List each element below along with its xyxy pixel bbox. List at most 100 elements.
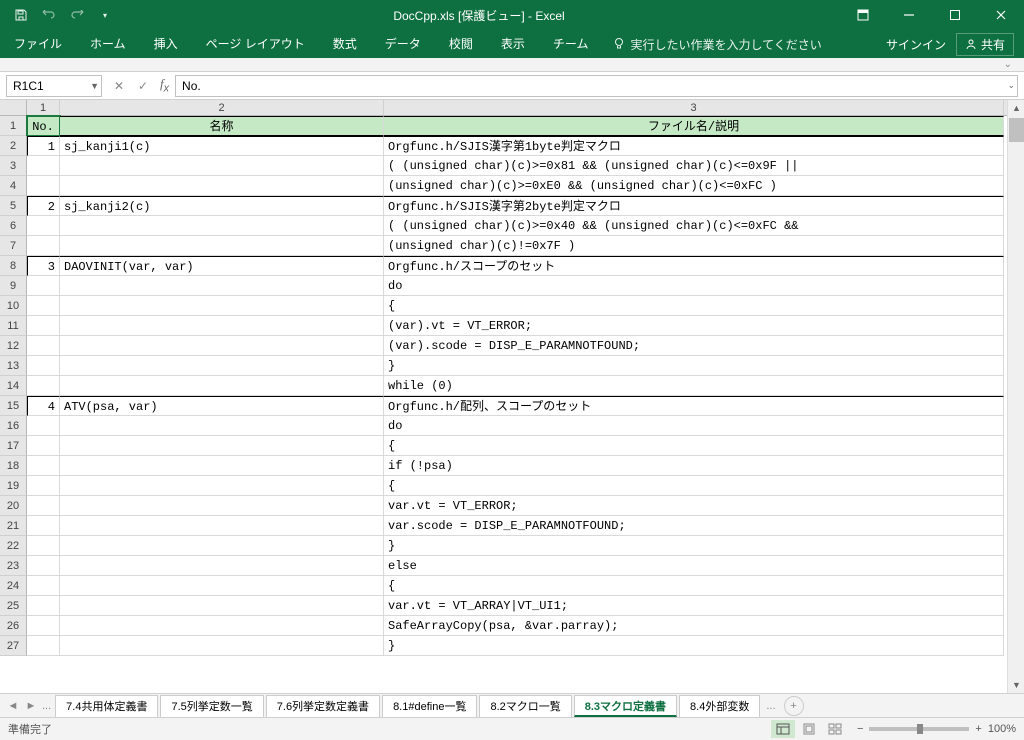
row-header[interactable]: 11 [0, 316, 27, 336]
cell[interactable] [27, 416, 60, 436]
cell[interactable]: (unsigned char)(c)>=0xE0 && (unsigned ch… [384, 176, 1004, 196]
row-header[interactable]: 7 [0, 236, 27, 256]
cell[interactable]: } [384, 536, 1004, 556]
row-header[interactable]: 6 [0, 216, 27, 236]
cell[interactable] [27, 476, 60, 496]
close-button[interactable] [978, 0, 1024, 30]
row-header[interactable]: 26 [0, 616, 27, 636]
cell[interactable] [60, 576, 384, 596]
cell[interactable] [27, 176, 60, 196]
cell[interactable] [60, 316, 384, 336]
cell[interactable]: 2 [27, 196, 60, 216]
cell[interactable]: sj_kanji1(c) [60, 136, 384, 156]
tab-team[interactable]: チーム [539, 30, 603, 58]
row-header[interactable]: 3 [0, 156, 27, 176]
select-all-corner[interactable] [0, 100, 27, 115]
page-break-view-button[interactable] [823, 720, 847, 738]
cell[interactable]: var.vt = VT_ERROR; [384, 496, 1004, 516]
cell[interactable] [27, 216, 60, 236]
cell[interactable] [27, 616, 60, 636]
cell[interactable] [60, 156, 384, 176]
cell[interactable]: Orgfunc.h/配列、スコープのセット [384, 396, 1004, 416]
row-header[interactable]: 5 [0, 196, 27, 216]
cell[interactable] [27, 576, 60, 596]
new-sheet-button[interactable]: + [784, 696, 804, 716]
col-header-1[interactable]: 1 [27, 100, 60, 115]
zoom-level[interactable]: 100% [988, 723, 1016, 735]
cell[interactable] [27, 296, 60, 316]
row-header[interactable]: 1 [0, 116, 27, 136]
cell[interactable]: SafeArrayCopy(psa, &var.parray); [384, 616, 1004, 636]
cell[interactable]: while (0) [384, 376, 1004, 396]
cell[interactable] [27, 536, 60, 556]
zoom-out-button[interactable]: − [857, 723, 863, 735]
cancel-formula-button[interactable]: ✕ [108, 75, 130, 97]
sheet-tab[interactable]: 8.1#define一覧 [382, 695, 477, 717]
sheet-overflow[interactable]: ... [42, 700, 51, 712]
redo-button[interactable] [64, 3, 90, 27]
sheet-tab[interactable]: 7.6列挙定数定義書 [266, 695, 380, 717]
tab-page-layout[interactable]: ページ レイアウト [192, 30, 319, 58]
vertical-scrollbar[interactable]: ▲ ▼ [1007, 100, 1024, 693]
row-header[interactable]: 24 [0, 576, 27, 596]
cell[interactable]: Orgfunc.h/SJIS漢字第2byte判定マクロ [384, 196, 1004, 216]
cell[interactable]: ATV(psa, var) [60, 396, 384, 416]
cell[interactable] [27, 316, 60, 336]
row-header[interactable]: 19 [0, 476, 27, 496]
formula-input[interactable]: No. ⌄ [175, 75, 1018, 97]
cell[interactable] [27, 376, 60, 396]
share-button[interactable]: 共有 [956, 33, 1014, 56]
cell[interactable]: ( (unsigned char)(c)>=0x81 && (unsigned … [384, 156, 1004, 176]
normal-view-button[interactable] [771, 720, 795, 738]
sheet-tab[interactable]: 7.4共用体定義書 [55, 695, 158, 717]
cell[interactable]: 3 [27, 256, 60, 276]
cell[interactable] [60, 536, 384, 556]
undo-button[interactable] [36, 3, 62, 27]
cell[interactable]: (unsigned char)(c)!=0x7F ) [384, 236, 1004, 256]
cell[interactable] [27, 276, 60, 296]
cell[interactable]: 1 [27, 136, 60, 156]
tell-me-search[interactable]: 実行したい作業を入力してください [612, 36, 821, 53]
maximize-button[interactable] [932, 0, 978, 30]
row-header[interactable]: 2 [0, 136, 27, 156]
row-header[interactable]: 4 [0, 176, 27, 196]
expand-formula-icon[interactable]: ⌄ [1007, 80, 1015, 91]
row-header[interactable]: 16 [0, 416, 27, 436]
tab-view[interactable]: 表示 [487, 30, 539, 58]
row-header[interactable]: 17 [0, 436, 27, 456]
dropdown-icon[interactable]: ▼ [90, 81, 99, 91]
cell[interactable]: { [384, 576, 1004, 596]
fx-icon[interactable]: fx [160, 76, 169, 95]
row-header[interactable]: 9 [0, 276, 27, 296]
cell[interactable]: 名称 [60, 116, 384, 136]
cell[interactable] [60, 216, 384, 236]
cell[interactable] [27, 336, 60, 356]
cell[interactable] [27, 596, 60, 616]
cell[interactable]: Orgfunc.h/SJIS漢字第1byte判定マクロ [384, 136, 1004, 156]
cell[interactable]: { [384, 296, 1004, 316]
cell[interactable]: 4 [27, 396, 60, 416]
cell[interactable]: { [384, 476, 1004, 496]
tab-insert[interactable]: 挿入 [140, 30, 192, 58]
row-header[interactable]: 20 [0, 496, 27, 516]
cell[interactable] [60, 276, 384, 296]
cell[interactable] [60, 596, 384, 616]
tab-formulas[interactable]: 数式 [319, 30, 371, 58]
enter-formula-button[interactable]: ✓ [132, 75, 154, 97]
zoom-slider[interactable] [869, 727, 969, 731]
cell[interactable] [60, 296, 384, 316]
zoom-thumb[interactable] [917, 724, 923, 734]
sheet-tab[interactable]: 8.2マクロ一覧 [479, 695, 571, 717]
row-header[interactable]: 22 [0, 536, 27, 556]
cell[interactable]: (var).scode = DISP_E_PARAMNOTFOUND; [384, 336, 1004, 356]
cell[interactable] [60, 416, 384, 436]
cell[interactable] [60, 476, 384, 496]
row-header[interactable]: 8 [0, 256, 27, 276]
cell[interactable] [60, 356, 384, 376]
cell[interactable] [60, 516, 384, 536]
sheet-tab[interactable]: 8.3マクロ定義書 [574, 695, 677, 717]
scroll-down-button[interactable]: ▼ [1009, 677, 1024, 693]
cell[interactable] [60, 456, 384, 476]
row-header[interactable]: 14 [0, 376, 27, 396]
cell[interactable] [60, 376, 384, 396]
